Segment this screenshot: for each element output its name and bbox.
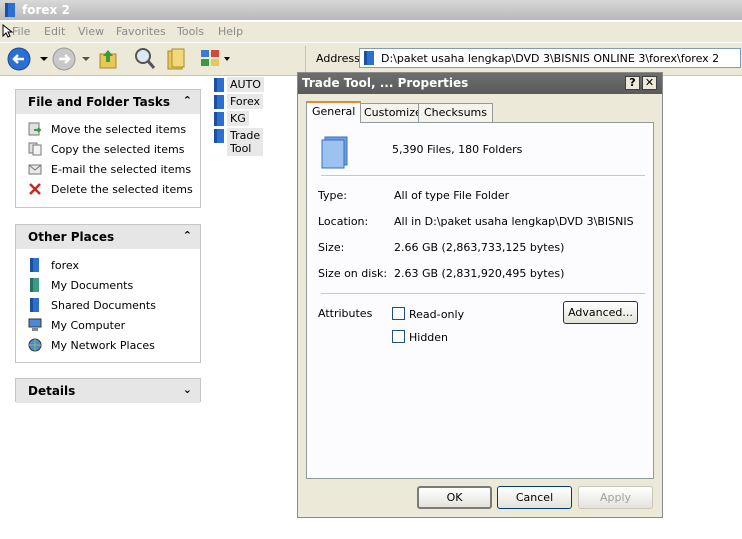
hidden-label: Hidden [409, 331, 449, 344]
place-label: My Network Places [51, 339, 155, 352]
address-label: Address [316, 52, 360, 65]
readonly-label: Read-only [409, 308, 465, 321]
location-value: All in D:\paket usaha lengkap\DVD 3\BISN… [394, 215, 637, 228]
dialog-title: Trade Tool, ... Properties [302, 76, 469, 90]
other-places-pane: Other Places ⌃ forex My Documents Shared… [15, 224, 201, 363]
cursor-icon [2, 24, 14, 38]
help-button[interactable]: ? [625, 76, 640, 90]
menu-edit[interactable]: Edit [44, 25, 65, 38]
file-label: Trade Tool [227, 128, 264, 156]
type-value: All of type File Folder [394, 189, 510, 202]
file-label: KG [227, 111, 249, 126]
separator [321, 293, 645, 295]
window-title-bar[interactable]: forex 2 [0, 0, 742, 20]
toolbar-divider [305, 46, 306, 72]
ok-button[interactable]: OK [417, 486, 492, 509]
copy-icon [28, 142, 42, 156]
size-label: Size: [318, 241, 345, 254]
properties-dialog: Trade Tool, ... Properties ? ✕ General C… [297, 72, 663, 518]
documents-folder-icon [30, 278, 39, 292]
pane-title: Details [28, 384, 76, 398]
size-on-disk-label: Size on disk: [318, 267, 388, 280]
attributes-label: Attributes [318, 307, 373, 320]
up-folder-button[interactable] [96, 46, 122, 72]
menu-favorites[interactable]: Favorites [116, 25, 166, 38]
expand-chevron-icon[interactable]: ⌄ [183, 383, 192, 396]
cancel-button[interactable]: Cancel [497, 486, 572, 509]
folder-icon [214, 78, 224, 92]
forward-button[interactable] [52, 46, 94, 72]
tab-checksums[interactable]: Checksums [418, 103, 493, 122]
email-icon [28, 164, 42, 175]
folder-icon [5, 3, 15, 17]
pane-title: File and Folder Tasks [28, 95, 171, 109]
task-label: Move the selected items [51, 123, 187, 136]
hidden-checkbox[interactable] [392, 330, 405, 343]
file-folder-tasks-header[interactable]: File and Folder Tasks ⌃ [16, 90, 200, 114]
address-value: D:\paket usaha lengkap\DVD 3\BISNIS ONLI… [381, 52, 720, 65]
close-button[interactable]: ✕ [642, 76, 657, 90]
menu-file[interactable]: File [12, 25, 30, 38]
file-label: Forex [227, 94, 264, 109]
search-icon[interactable] [132, 46, 158, 72]
collapse-chevron-icon[interactable]: ⌃ [183, 94, 192, 107]
folder-icon [214, 95, 224, 109]
place-label: Shared Documents [51, 299, 156, 312]
collapse-chevron-icon[interactable]: ⌃ [183, 229, 192, 242]
window-title: forex 2 [22, 3, 70, 17]
task-label: Copy the selected items [51, 143, 185, 156]
advanced-button[interactable]: Advanced... [563, 301, 638, 324]
type-label: Type: [318, 189, 347, 202]
details-pane: Details ⌄ [15, 378, 201, 403]
separator [321, 175, 645, 177]
place-label: forex [51, 259, 79, 272]
tab-general[interactable]: General [306, 101, 362, 123]
place-label: My Documents [51, 279, 134, 292]
folder-icon [214, 129, 224, 143]
general-tab-panel: 5,390 Files, 180 Folders Type: All of ty… [306, 122, 654, 479]
task-label: E-mail the selected items [51, 163, 192, 176]
shared-folder-icon [30, 298, 39, 312]
folders-icon[interactable] [164, 46, 190, 72]
pane-title: Other Places [28, 230, 115, 244]
details-header[interactable]: Details ⌄ [16, 379, 200, 403]
back-button[interactable] [6, 46, 54, 72]
network-icon [28, 338, 42, 352]
folder-icon [364, 51, 374, 65]
size-value: 2.66 GB (2,863,733,125 bytes) [394, 241, 565, 254]
dialog-title-bar[interactable]: Trade Tool, ... Properties ? ✕ [298, 73, 662, 94]
folder-icon [214, 112, 224, 126]
views-icon[interactable] [198, 46, 234, 72]
menu-view[interactable]: View [78, 25, 104, 38]
folder-icon [30, 258, 39, 272]
other-places-header[interactable]: Other Places ⌃ [16, 225, 200, 249]
location-label: Location: [318, 215, 369, 228]
menu-help[interactable]: Help [218, 25, 243, 38]
file-label: AUTO [227, 77, 264, 92]
move-icon [28, 122, 42, 136]
computer-icon [28, 318, 42, 331]
size-on-disk-value: 2.63 GB (2,831,920,495 bytes) [394, 267, 565, 280]
place-label: My Computer [51, 319, 126, 332]
readonly-checkbox[interactable] [392, 307, 405, 320]
delete-icon [29, 183, 41, 195]
folder-stack-icon [321, 136, 348, 169]
apply-button[interactable]: Apply [578, 486, 653, 509]
file-folder-tasks-pane: File and Folder Tasks ⌃ Move the selecte… [15, 89, 201, 208]
contents-summary: 5,390 Files, 180 Folders [392, 143, 523, 156]
address-input[interactable]: D:\paket usaha lengkap\DVD 3\BISNIS ONLI… [359, 48, 741, 68]
menu-bar: File Edit View Favorites Tools Help [0, 22, 742, 42]
menu-tools[interactable]: Tools [177, 25, 204, 38]
task-label: Delete the selected items [51, 183, 193, 196]
